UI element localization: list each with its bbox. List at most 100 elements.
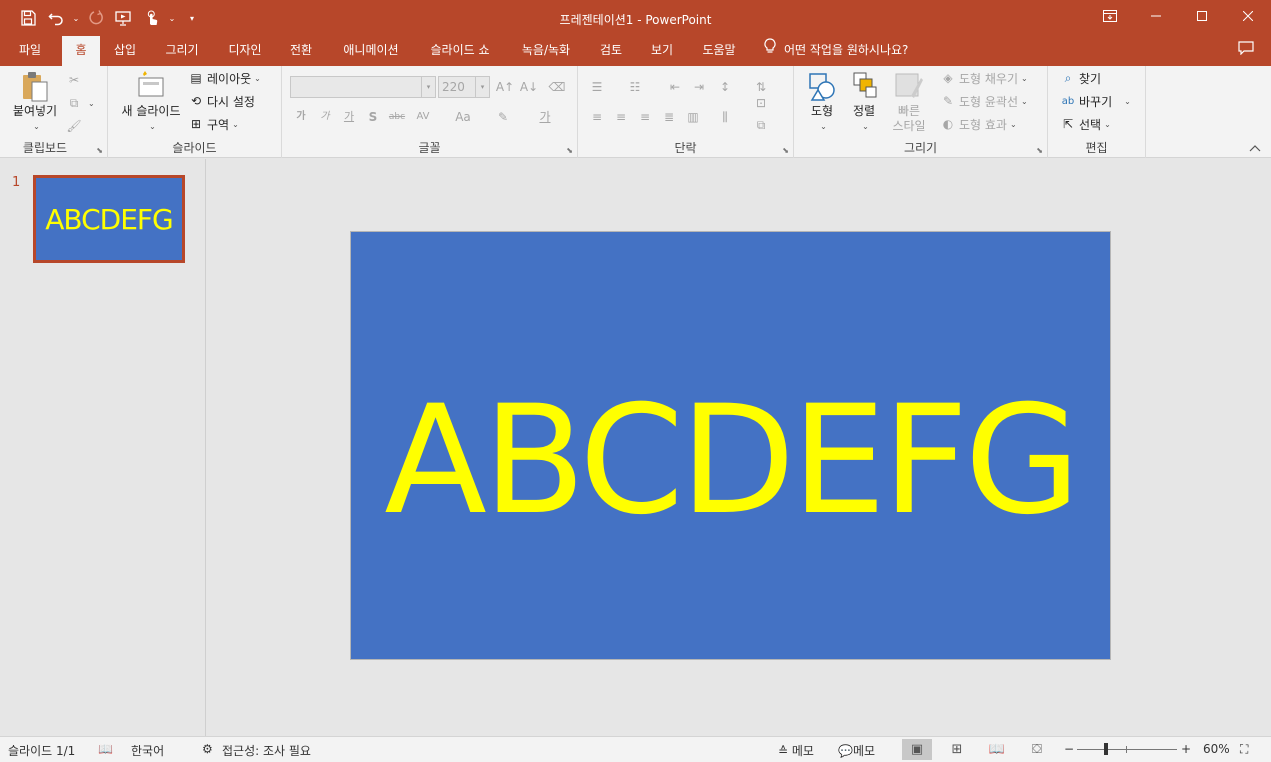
reset-button[interactable]: ⟲ 다시 설정 [188,91,255,111]
tab-slide-show[interactable]: 슬라이드 쇼 [418,36,502,66]
smartart-icon[interactable]: ⧉ [750,114,772,136]
tab-file[interactable]: 파일 [6,36,54,66]
customize-qat-icon[interactable]: ▾ [178,4,206,32]
zoom-in-icon[interactable]: + [1181,742,1191,756]
justify-icon[interactable]: ≣ [658,106,680,128]
select-dropdown-icon: ⌄ [1104,119,1111,129]
highlight-icon[interactable]: ✎ [492,106,514,128]
format-painter-button[interactable]: 🖌 [66,116,85,136]
numbering-icon[interactable]: ☷ [624,76,646,98]
bold-button[interactable]: 가 [290,106,312,128]
new-slide-button[interactable]: 새 슬라이드 ⌄ [116,70,186,134]
paste-dropdown-icon: ⌄ [33,122,40,131]
align-left-icon[interactable]: ≡ [586,106,608,128]
decrease-indent-icon[interactable]: ⇤ [664,76,686,98]
shadow-button[interactable]: S [362,106,384,128]
paste-button[interactable]: 붙여넣기 ⌄ [6,70,64,134]
spelling-icon[interactable]: 📖 [98,742,113,756]
font-color-button[interactable]: 가 [534,106,556,128]
touch-mouse-mode-icon[interactable] [138,4,166,32]
slide-canvas[interactable]: ABCDEFG [350,231,1111,660]
collapse-ribbon-icon[interactable] [1249,141,1261,155]
slide-title-text[interactable]: ABCDEFG [384,386,1080,536]
thumbnail-number: 1 [12,175,21,190]
slide-thumbnail[interactable]: ABCDEFG [33,175,185,263]
replace-button[interactable]: ab 바꾸기 ⌄ [1060,91,1131,111]
copy-button[interactable]: ⧉ ⌄ [66,93,95,113]
ribbon-display-options-icon[interactable] [1087,0,1133,32]
strikethrough-button[interactable]: abc [386,106,408,128]
font-launcher-icon[interactable]: ⬊ [566,146,573,155]
tab-draw[interactable]: 그리기 [156,36,208,66]
quick-styles-button[interactable]: 빠른 스타일 [884,70,934,134]
slide-sorter-view-icon[interactable]: ⊞ [942,739,972,760]
shape-fill-button[interactable]: ◈ 도형 채우기 ⌄ [940,68,1027,88]
tab-animations[interactable]: 애니메이션 [332,36,410,66]
minimize-icon[interactable] [1133,0,1179,32]
bullets-icon[interactable]: ☰ [586,76,608,98]
reading-view-icon[interactable]: 📖 [982,739,1012,760]
distributed-icon[interactable]: ▥ [682,106,704,128]
align-right-icon[interactable]: ≡ [634,106,656,128]
undo-dropdown-icon[interactable]: ⌄ [70,4,82,32]
zoom-slider-thumb[interactable] [1104,743,1108,755]
tab-view[interactable]: 보기 [642,36,682,66]
find-label: 찾기 [1079,71,1102,86]
tell-me-search[interactable]: 어떤 작업을 원하시나요? [764,36,908,66]
align-text-icon[interactable]: ⊡ [750,92,772,114]
line-spacing-icon[interactable]: ↕ [714,76,736,98]
language-indicator[interactable]: 한국어 [131,742,164,759]
align-center-icon[interactable]: ≡ [610,106,632,128]
lightbulb-icon [764,36,776,64]
save-icon[interactable] [14,4,42,32]
touch-dropdown-icon[interactable]: ⌄ [166,4,178,32]
shape-outline-button[interactable]: ✎ 도형 윤곽선 ⌄ [940,91,1028,111]
layout-button[interactable]: ▤ 레이아웃 ⌄ [188,68,261,88]
select-button[interactable]: ⇱ 선택 ⌄ [1060,114,1111,134]
clear-formatting-icon[interactable]: ⌫ [546,76,568,98]
clipboard-launcher-icon[interactable]: ⬊ [96,146,103,155]
shape-effects-button[interactable]: ◐ 도형 효과 ⌄ [940,114,1017,134]
tab-record[interactable]: 녹음/녹화 [510,36,582,66]
tab-insert[interactable]: 삽입 [104,36,146,66]
tab-home[interactable]: 홈 [62,36,100,66]
tab-transitions[interactable]: 전환 [280,36,322,66]
decrease-font-icon[interactable]: A↓ [518,76,540,98]
cut-button[interactable]: ✂ [66,70,85,90]
font-size-field[interactable]: 220 ▾ [438,76,490,98]
comments-icon[interactable] [1235,40,1257,62]
comments-button[interactable]: 💬메모 [838,742,875,759]
shapes-button[interactable]: 도형 ⌄ [802,70,842,134]
undo-icon[interactable] [42,4,70,32]
tab-review[interactable]: 검토 [590,36,632,66]
underline-button[interactable]: 가 [338,106,360,128]
paragraph-launcher-icon[interactable]: ⬊ [782,146,789,155]
change-case-button[interactable]: Aa [448,106,478,128]
arrange-button[interactable]: 정렬 ⌄ [844,70,884,134]
zoom-slider-track[interactable] [1077,749,1177,750]
maximize-icon[interactable] [1179,0,1225,32]
character-spacing-button[interactable]: AV [412,106,434,128]
section-button[interactable]: ⊞ 구역 ⌄ [188,114,239,134]
italic-button[interactable]: 가 [314,106,336,128]
find-button[interactable]: ⌕ 찾기 [1060,68,1101,88]
drawing-launcher-icon[interactable]: ⬊ [1036,146,1043,155]
slide-show-view-icon[interactable]: ⛋ [1022,739,1052,760]
columns-icon[interactable]: ⫼ [714,106,736,128]
increase-indent-icon[interactable]: ⇥ [688,76,710,98]
font-size-value: 220 [442,80,465,94]
accessibility-status[interactable]: 접근성: 조사 필요 [222,742,311,759]
zoom-level[interactable]: 60% [1203,742,1230,756]
redo-icon[interactable] [82,4,110,32]
accessibility-icon[interactable]: ⚙ [202,742,213,756]
increase-font-icon[interactable]: A↑ [494,76,516,98]
notes-button[interactable]: ≙ 메모 [778,742,814,759]
normal-view-icon[interactable]: ▣ [902,739,932,760]
present-from-start-icon[interactable] [110,4,138,32]
fit-to-window-icon[interactable]: ⛶ [1240,742,1248,757]
close-icon[interactable] [1225,0,1271,32]
tab-help[interactable]: 도움말 [692,36,746,66]
font-name-field[interactable]: ▾ [290,76,436,98]
zoom-out-icon[interactable]: − [1064,742,1074,756]
tab-design[interactable]: 디자인 [218,36,272,66]
